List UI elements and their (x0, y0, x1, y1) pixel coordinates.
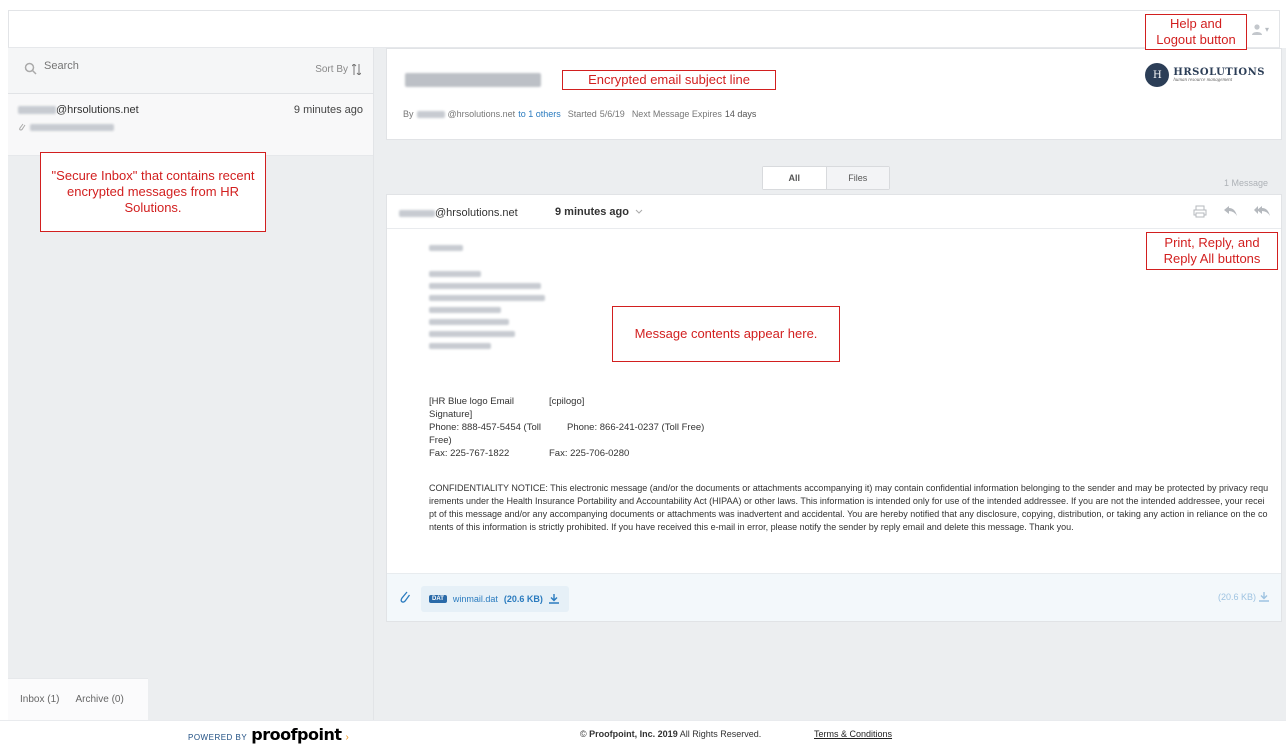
chevron-down-icon[interactable] (635, 209, 643, 215)
filter-all[interactable]: All (763, 167, 827, 189)
chevron-right-icon: › (345, 732, 349, 743)
powered-by: POWERED BY proofpoint › (188, 725, 349, 744)
redacted-name (399, 209, 435, 217)
redacted-name (18, 106, 56, 114)
message-time: 9 minutes ago (555, 206, 643, 218)
recipients-link[interactable]: to 1 others (518, 109, 561, 119)
meta-started-label: Started (567, 109, 597, 119)
search-icon (24, 62, 37, 75)
message-sender: @hrsolutions.net (18, 104, 139, 116)
user-icon (1251, 24, 1262, 35)
message-actions (1193, 205, 1271, 218)
paperclip-icon (400, 591, 411, 603)
inbox-tabs: Inbox (1) Archive (0) (8, 678, 148, 720)
search-input[interactable] (44, 60, 244, 72)
sort-icon (352, 64, 361, 75)
search-bar: Sort By (8, 48, 373, 94)
attachment-name: winmail.dat (452, 594, 498, 604)
annotation-help-logout: Help and Logout button (1145, 14, 1247, 50)
sig-right-3: Fax: 225-706-0280 (549, 448, 630, 459)
meta-started: 5/6/19 (599, 109, 625, 119)
message-body: [HR Blue logo Email Signature] [cpilogo]… (429, 245, 1269, 534)
sig-right-1: [cpilogo] (549, 396, 585, 407)
message-header: @hrsolutions.net 9 minutes ago (387, 195, 1281, 229)
powered-by-label: POWERED BY (188, 733, 248, 742)
secure-inbox-panel: Sort By @hrsolutions.net 9 minutes ago I… (8, 48, 374, 720)
logo-name: HRSOLUTIONS (1173, 67, 1265, 78)
list-item[interactable]: @hrsolutions.net 9 minutes ago (8, 94, 373, 156)
print-icon[interactable] (1193, 205, 1207, 218)
annotation-actions: Print, Reply, and Reply All buttons (1146, 232, 1278, 270)
download-icon (548, 594, 559, 604)
message-subject (18, 122, 114, 132)
hr-solutions-logo: H HRSOLUTIONS human resource management (1145, 63, 1265, 87)
thread-meta: By @hrsolutions.net to 1 others Started … (403, 109, 756, 119)
attachment-row: DAT winmail.dat (20.6 KB) (20.6 KB) (387, 573, 1281, 621)
filter-files[interactable]: Files (826, 167, 889, 189)
copyright: © Proofpoint, Inc. 2019 All Rights Reser… (580, 729, 762, 739)
sig-left-1: [HR Blue logo Email Signature] (429, 396, 515, 420)
download-icon (1259, 592, 1269, 602)
chevron-down-icon: ▾ (1264, 24, 1269, 34)
message-thread-panel: By @hrsolutions.net to 1 others Started … (374, 48, 1286, 720)
user-menu[interactable]: ▾ (1251, 23, 1269, 35)
redacted-sender (416, 110, 445, 118)
meta-domain: @hrsolutions.net (447, 109, 516, 119)
redacted-signature-block (429, 245, 589, 375)
tab-archive[interactable]: Archive (0) (75, 694, 123, 705)
reply-icon[interactable] (1223, 205, 1238, 217)
meta-expires: 14 days (724, 109, 757, 119)
sort-label: Sort By (315, 64, 348, 75)
download-all-button[interactable]: (20.6 KB) (1218, 592, 1269, 602)
file-type-badge: DAT (429, 595, 447, 603)
attachment-winmail[interactable]: DAT winmail.dat (20.6 KB) (421, 586, 569, 612)
sig-left-3: Fax: 225-767-1822 (429, 448, 510, 459)
logo-mark: H (1145, 63, 1170, 87)
sender-domain: @hrsolutions.net (56, 104, 139, 116)
message-sender: @hrsolutions.net (399, 207, 518, 219)
total-size: (20.6 KB) (1217, 592, 1256, 602)
attachment-icon (19, 123, 26, 131)
message-time: 9 minutes ago (293, 104, 363, 116)
reply-all-icon[interactable] (1254, 205, 1271, 217)
annotation-contents: Message contents appear here. (612, 306, 840, 362)
signature-block: [HR Blue logo Email Signature] [cpilogo]… (429, 395, 1269, 460)
sort-button[interactable]: Sort By (315, 64, 361, 75)
sig-left-2: Phone: 888-457-5454 (Toll Free) (429, 422, 541, 446)
sig-right-2: Phone: 866-241-0237 (Toll Free) (567, 422, 705, 433)
terms-link[interactable]: Terms & Conditions (814, 729, 892, 739)
sender-domain: @hrsolutions.net (435, 207, 518, 219)
logo-sub: human resource management (1173, 78, 1233, 83)
message-count: 1 Message (1223, 178, 1268, 188)
attachment-size: (20.6 KB) (503, 594, 543, 604)
redacted-subject (30, 123, 114, 131)
meta-expires-label: Next Message Expires (631, 109, 722, 119)
thread-header: By @hrsolutions.net to 1 others Started … (386, 48, 1282, 140)
meta-by: By (403, 109, 414, 119)
annotation-secure-inbox: "Secure Inbox" that contains recent encr… (40, 152, 266, 232)
top-bar: ▾ (8, 10, 1280, 48)
subject-line (405, 73, 541, 90)
proofpoint-logo: proofpoint (251, 725, 342, 744)
redacted-subject-title (405, 73, 541, 87)
tab-inbox[interactable]: Inbox (1) (20, 694, 59, 705)
footer: POWERED BY proofpoint › © Proofpoint, In… (0, 720, 1286, 746)
filter-toggle: All Files (762, 166, 890, 190)
annotation-subject: Encrypted email subject line (562, 70, 776, 90)
confidentiality-notice: CONFIDENTIALITY NOTICE: This electronic … (429, 483, 1269, 532)
